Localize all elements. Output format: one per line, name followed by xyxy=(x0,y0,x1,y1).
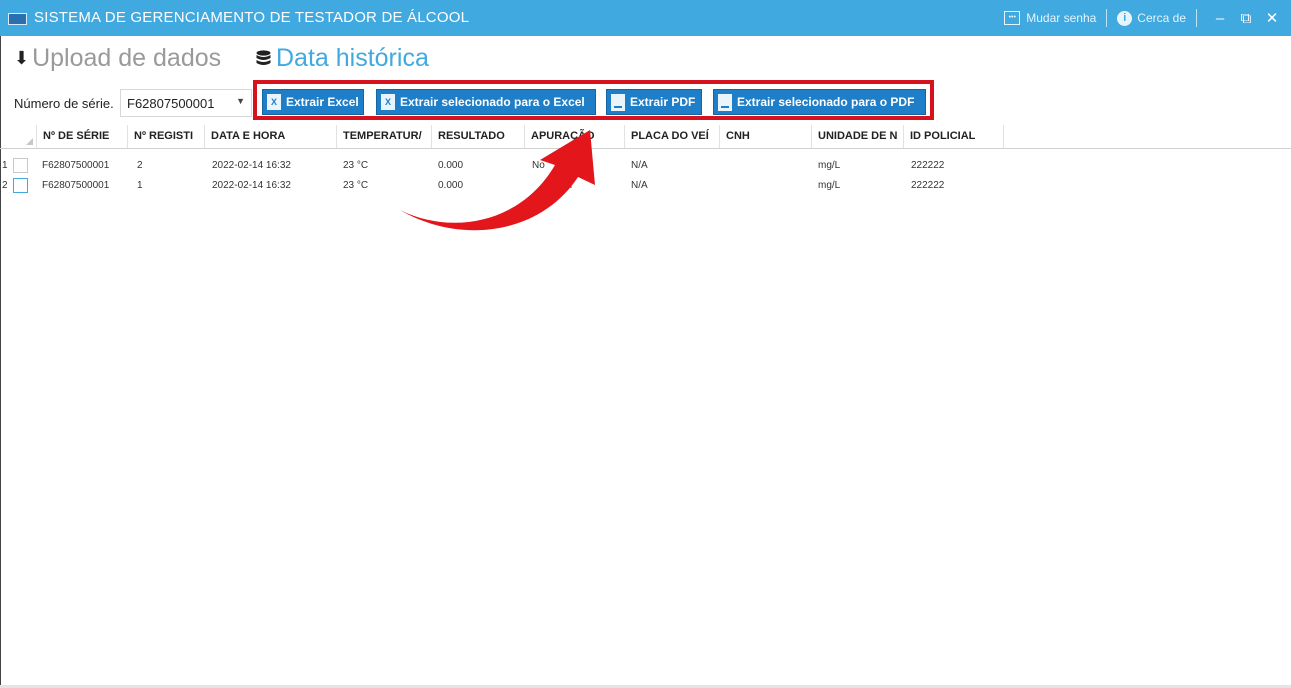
column-header[interactable]: DATA E HORA xyxy=(205,125,337,148)
restore-button[interactable]: ⧉ xyxy=(1233,10,1259,27)
header-divider xyxy=(0,148,1291,149)
database-icon xyxy=(256,49,271,65)
highlight-box xyxy=(253,80,934,120)
window-title: SISTEMA DE GERENCIAMENTO DE TESTADOR DE … xyxy=(34,9,470,26)
cell-temp: 23 °C xyxy=(343,160,369,171)
divider xyxy=(1106,9,1108,27)
tab-history[interactable]: Data histórica xyxy=(256,44,429,73)
tab-upload-label: Upload de dados xyxy=(32,44,222,72)
cell-reg: 2 xyxy=(137,160,143,171)
row-number: 2 xyxy=(2,180,8,191)
cell-police-id: 222222 xyxy=(911,160,945,171)
serial-number-label: Número de série. xyxy=(14,96,114,111)
title-bar: SISTEMA DE GERENCIAMENTO DE TESTADOR DE … xyxy=(0,0,1291,36)
divider xyxy=(1196,9,1197,27)
about-link[interactable]: Cerca de xyxy=(1137,11,1186,25)
serial-number-select[interactable]: F62807500001 ▼ xyxy=(120,89,252,117)
cell-police-id: 222222 xyxy=(911,180,945,191)
cell-serial: F62807500001 xyxy=(42,180,110,191)
tab-history-label: Data histórica xyxy=(276,44,429,72)
cell-datetime: 2022-02-14 16:32 xyxy=(212,160,291,171)
cell-temp: 23 °C xyxy=(343,180,369,191)
cell-reg: 1 xyxy=(137,180,143,191)
cell-datetime: 2022-02-14 16:32 xyxy=(212,180,291,191)
select-all-corner[interactable] xyxy=(0,125,37,148)
column-header[interactable]: Nº REGISTI xyxy=(128,125,205,148)
cell-plate: N/A xyxy=(631,180,648,191)
minimize-button[interactable]: ‒ xyxy=(1207,10,1233,27)
tab-upload[interactable]: ⬇ Upload de dados xyxy=(14,44,221,73)
serial-number-value: F62807500001 xyxy=(127,96,215,111)
cell-plate: N/A xyxy=(631,160,648,171)
table-row[interactable]: 2 F62807500001 1 2022-02-14 16:32 23 °C … xyxy=(0,176,1291,196)
cell-unit: mg/L xyxy=(818,160,841,171)
password-icon[interactable]: ••• xyxy=(1004,11,1021,25)
chevron-down-icon: ▼ xyxy=(236,96,245,106)
title-bar-actions: ••• Mudar senha i Cerca de ‒ ⧉ ✕ xyxy=(1004,0,1291,36)
column-header[interactable]: Nº DE SÉRIE xyxy=(37,125,128,148)
table-row[interactable]: 1 F62807500001 2 2022-02-14 16:32 23 °C … xyxy=(0,156,1291,176)
cell-unit: mg/L xyxy=(818,180,841,191)
upload-icon: ⬇ xyxy=(14,48,30,68)
app-logo-icon xyxy=(8,13,27,25)
close-button[interactable]: ✕ xyxy=(1259,9,1285,27)
column-header[interactable]: PLACA DO VEÍ xyxy=(625,125,720,148)
cell-serial: F62807500001 xyxy=(42,160,110,171)
info-icon[interactable]: i xyxy=(1117,10,1133,26)
row-checkbox[interactable] xyxy=(13,178,28,193)
annotation-arrow xyxy=(400,130,595,231)
column-header[interactable]: CNH xyxy=(720,125,812,148)
column-header[interactable]: ID POLICIAL xyxy=(904,125,1004,148)
change-password-link[interactable]: Mudar senha xyxy=(1026,11,1096,25)
row-number: 1 xyxy=(2,160,8,171)
row-checkbox[interactable] xyxy=(13,158,28,173)
column-header[interactable]: UNIDADE DE N xyxy=(812,125,904,148)
